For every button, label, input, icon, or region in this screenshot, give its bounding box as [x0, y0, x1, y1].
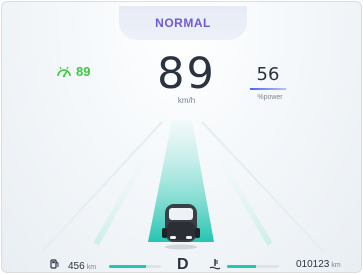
temperature-readout — [209, 259, 221, 270]
status-bar: 456 km D 010123 km — [2, 256, 361, 273]
odometer-unit: km — [331, 262, 341, 269]
instrument-cluster: NORMAL 89 89 km/h 56 %power 456 km D 010… — [1, 1, 362, 273]
drive-mode-label: NORMAL — [155, 16, 211, 30]
fuel-pump-icon — [50, 259, 59, 269]
temperature-level-bar — [227, 265, 279, 268]
eco-driving-icon — [57, 66, 71, 77]
speed-unit: km/h — [177, 96, 196, 105]
power-unit: %power — [257, 94, 283, 101]
gear-indicator: D — [177, 256, 189, 273]
eco-score-value: 89 — [76, 64, 91, 79]
range-readout: 456 km — [50, 259, 96, 272]
drive-mode-indicator: NORMAL — [119, 6, 247, 40]
vehicle-icon — [162, 204, 200, 250]
odometer-readout: 010123 km — [296, 259, 341, 270]
range-level-bar — [109, 265, 161, 268]
range-value: 456 — [68, 261, 85, 272]
temperature-level-fill — [227, 265, 256, 268]
coolant-temp-icon — [209, 259, 221, 270]
range-unit: km — [86, 264, 97, 271]
power-value: 56 — [256, 64, 280, 85]
power-underline — [250, 88, 286, 90]
eco-score: 89 — [56, 64, 90, 79]
odometer-value: 010123 — [296, 259, 330, 270]
speed-value: 89 — [157, 49, 216, 99]
range-level-fill — [109, 265, 147, 268]
